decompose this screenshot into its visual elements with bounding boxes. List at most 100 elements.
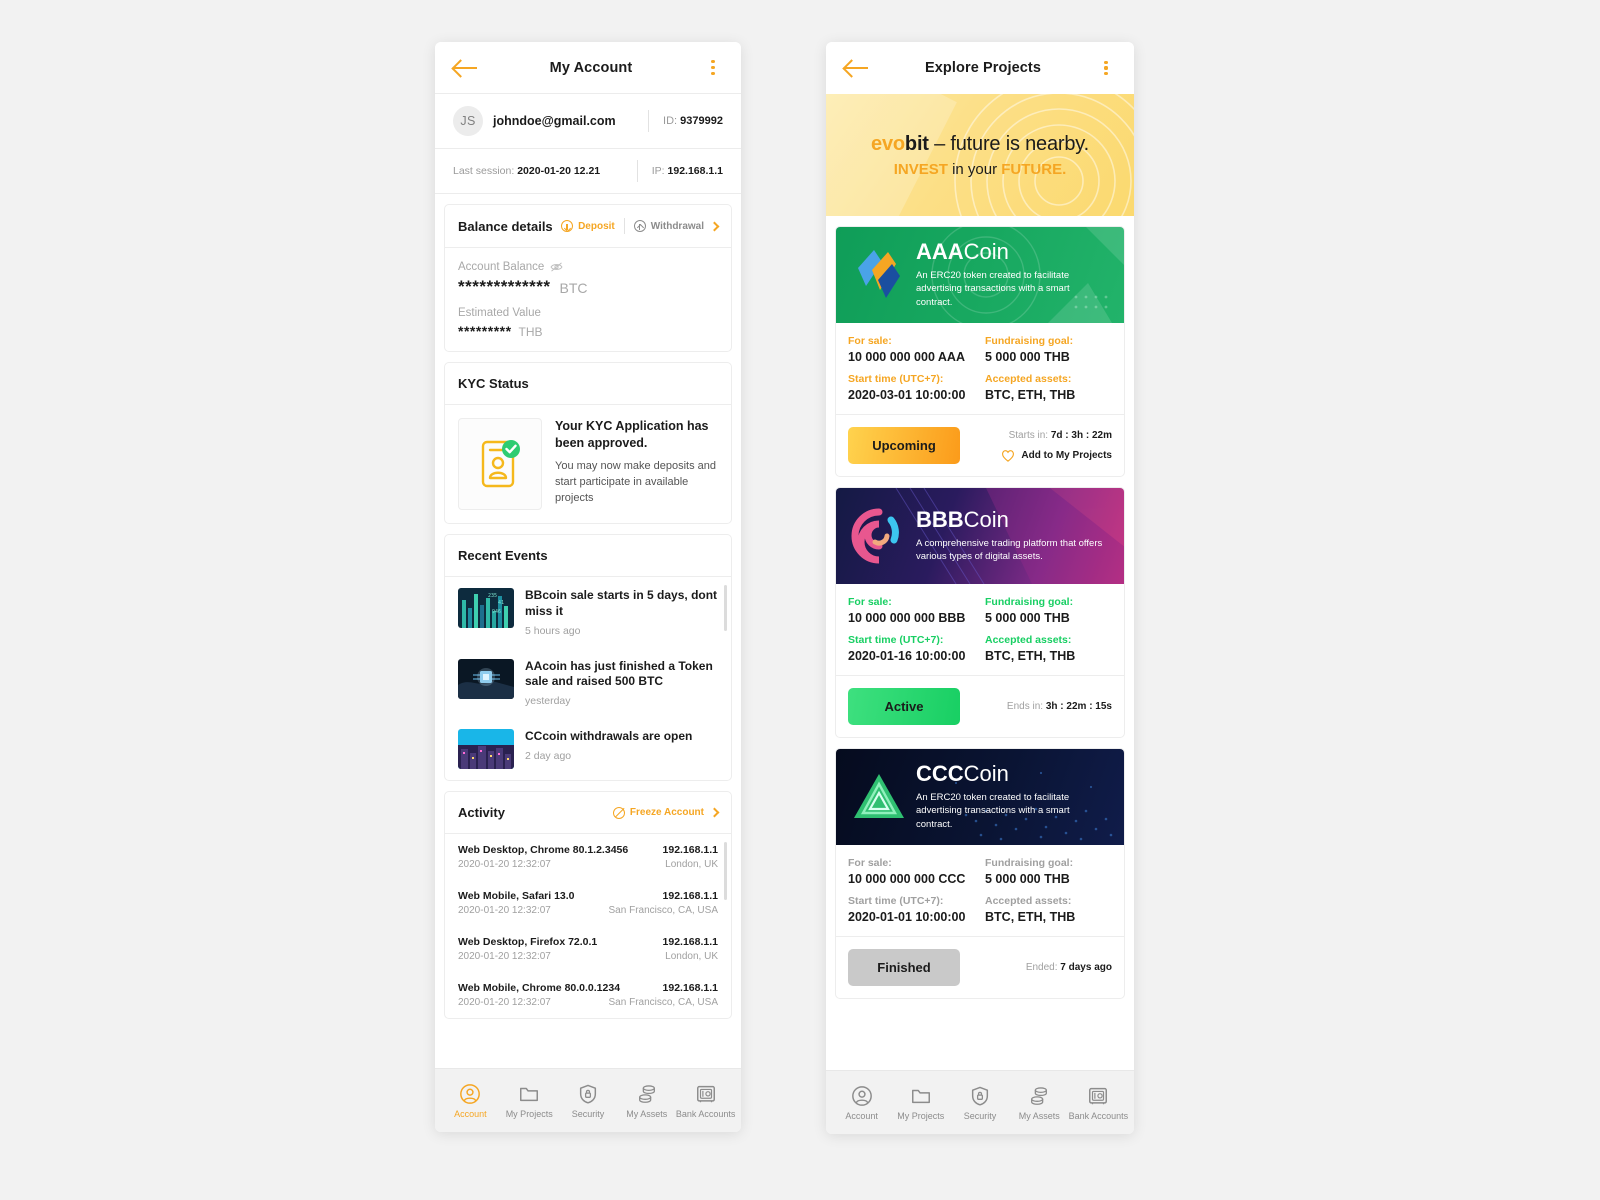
- activity-location: San Francisco, CA, USA: [608, 905, 718, 917]
- estimated-value-label-row: Estimated Value: [458, 307, 718, 319]
- estimated-value-row: ********* THB: [458, 324, 718, 338]
- for-sale-label: For sale:: [848, 596, 892, 608]
- activity-ip: 192.168.1.1: [662, 982, 718, 995]
- activity-device: Web Desktop, Firefox 72.0.1: [458, 936, 598, 949]
- project-name-rest: Coin: [963, 506, 1009, 532]
- activity-ip: 192.168.1.1: [662, 844, 718, 857]
- activity-title: Activity: [458, 805, 505, 821]
- balance-card-header: Balance details Deposit Withdrawal: [445, 205, 731, 248]
- account-balance-label-row: Account Balance: [458, 261, 718, 273]
- status-button-finished[interactable]: Finished: [848, 949, 960, 986]
- activity-list[interactable]: Web Desktop, Chrome 80.1.2.3456 192.168.1…: [445, 834, 731, 1018]
- goal-value: 5 000 000 THB: [985, 350, 1070, 364]
- activity-card: Activity Freeze Account Web Desktop, Chr…: [444, 791, 732, 1020]
- chevron-right-icon[interactable]: [709, 221, 720, 231]
- safe-box-icon: [696, 1085, 715, 1102]
- promo-banner[interactable]: evobit – future is nearby. INVEST in you…: [826, 94, 1134, 216]
- safe-box-icon: [1089, 1087, 1108, 1104]
- assets-block: Accepted assets: BTC, ETH, THB: [985, 634, 1112, 663]
- table-row[interactable]: Web Desktop, Chrome 80.1.2.3456 192.168.1…: [445, 834, 731, 880]
- svg-text:235: 235: [488, 593, 497, 599]
- nav-item-security[interactable]: Security: [559, 1083, 618, 1119]
- eye-off-icon[interactable]: [550, 262, 563, 272]
- goal-block: Fundraising goal: 5 000 000 THB: [985, 857, 1112, 886]
- table-row[interactable]: Web Desktop, Firefox 72.0.1 192.168.1.1 2…: [445, 926, 731, 972]
- balance-card: Balance details Deposit Withdrawal Accou…: [444, 204, 732, 352]
- divider: [648, 110, 650, 132]
- recent-events-list[interactable]: 235 41 946 BBcoin sale starts in 5 days, d…: [445, 577, 731, 780]
- project-description: An ERC20 token created to facilitate adv…: [916, 792, 1070, 830]
- activity-location: London, UK: [665, 859, 718, 871]
- add-to-my-projects-button[interactable]: Add to My Projects: [1001, 449, 1112, 462]
- nav-item-bank-accounts[interactable]: Bank Accounts: [1069, 1085, 1128, 1121]
- list-item[interactable]: 235 41 946 BBcoin sale starts in 5 days, d…: [445, 577, 731, 648]
- list-item[interactable]: CCcoin withdrawals are open 2 day ago: [445, 718, 731, 780]
- freeze-account-button[interactable]: Freeze Account: [612, 806, 704, 819]
- nav-item-my-projects[interactable]: My Projects: [500, 1083, 559, 1119]
- profile-id-value: 9379992: [680, 115, 723, 127]
- assets-block: Accepted assets: BTC, ETH, THB: [985, 895, 1112, 924]
- nav-item-my-assets[interactable]: My Assets: [617, 1083, 676, 1119]
- table-row[interactable]: Web Mobile, Safari 13.0 192.168.1.1 2020-…: [445, 880, 731, 926]
- activity-device: Web Mobile, Chrome 80.0.0.1234: [458, 982, 621, 995]
- avatar: JS: [453, 106, 483, 136]
- deposit-button[interactable]: Deposit: [561, 220, 615, 232]
- kebab-menu-icon[interactable]: [1096, 58, 1116, 78]
- session-row: Last session: 2020-01-20 12.21 IP: 192.1…: [435, 149, 741, 194]
- last-session-label: Last session:: [453, 165, 515, 177]
- start-time-value: 2020-01-01 10:00:00: [848, 910, 966, 924]
- status-button-active[interactable]: Active: [848, 688, 960, 725]
- back-arrow-icon[interactable]: [844, 58, 870, 78]
- chevron-right-icon[interactable]: [709, 807, 720, 818]
- my-account-screen: My Account JS johndoe@gmail.com ID: 9379…: [435, 42, 741, 1132]
- project-card-aaacoin[interactable]: AAACoin An ERC20 token created to facili…: [835, 226, 1125, 477]
- goal-label: Fundraising goal:: [985, 857, 1074, 869]
- table-row[interactable]: Web Mobile, Chrome 80.0.0.1234 192.168.1.…: [445, 972, 731, 1018]
- start-time-value: 2020-03-01 10:00:00: [848, 388, 966, 402]
- nav-item-my-projects[interactable]: My Projects: [891, 1085, 950, 1121]
- nav-item-account[interactable]: Account: [832, 1085, 891, 1121]
- countdown-value: 3h : 22m : 15s: [1045, 701, 1112, 712]
- user-circle-icon: [851, 1085, 872, 1106]
- withdrawal-icon: [633, 220, 646, 232]
- folder-icon: [520, 1087, 539, 1101]
- kebab-menu-icon[interactable]: [703, 58, 723, 78]
- project-details-grid: For sale: 10 000 000 000 AAA Fundraising…: [836, 323, 1124, 414]
- project-footer: Active Ends in: 3h : 22m : 15s: [836, 675, 1124, 737]
- page-title: My Account: [549, 59, 633, 76]
- withdrawal-button[interactable]: Withdrawal: [633, 220, 704, 232]
- project-title-block: CCCCoin An ERC20 token created to facili…: [916, 763, 1106, 830]
- status-button-upcoming[interactable]: Upcoming: [848, 427, 960, 464]
- project-name: CCCCoin: [916, 763, 1106, 785]
- withdrawal-label: Withdrawal: [650, 220, 704, 232]
- assets-label: Accepted assets:: [985, 895, 1072, 907]
- chip-hand-thumb: [458, 658, 514, 699]
- for-sale-value: 10 000 000 000 AAA: [848, 350, 965, 364]
- project-card-ccccoin[interactable]: CCCCoin An ERC20 token created to facili…: [835, 748, 1125, 999]
- activity-device: Web Desktop, Chrome 80.1.2.3456: [458, 844, 629, 857]
- session-ip-label: IP:: [651, 165, 665, 177]
- activity-date: 2020-01-20 12:32:07: [458, 951, 551, 963]
- user-circle-icon: [460, 1083, 481, 1104]
- nav-item-account[interactable]: Account: [441, 1083, 500, 1119]
- nav-label: My Projects: [505, 1108, 553, 1119]
- balance-title: Balance details: [458, 218, 553, 234]
- back-arrow-icon[interactable]: [453, 58, 479, 78]
- project-card-bbbcoin[interactable]: BBBCoin A comprehensive trading platform…: [835, 487, 1125, 738]
- divider: [623, 218, 625, 234]
- nav-label: Account: [454, 1108, 487, 1119]
- activity-date: 2020-01-20 12:32:07: [458, 997, 551, 1009]
- projects-scroll-area[interactable]: AAACoin An ERC20 token created to facili…: [826, 216, 1134, 1070]
- list-item[interactable]: AAcoin has just finished a Token sale an…: [445, 648, 731, 719]
- nav-item-my-assets[interactable]: My Assets: [1010, 1085, 1069, 1121]
- account-scroll-area[interactable]: Balance details Deposit Withdrawal Accou…: [435, 194, 741, 1068]
- nav-label: Bank Accounts: [675, 1108, 736, 1119]
- nav-item-security[interactable]: Security: [950, 1085, 1009, 1121]
- events-scrollbar[interactable]: [724, 585, 727, 631]
- start-time-label: Start time (UTC+7):: [848, 895, 944, 907]
- account-balance-masked: *************: [458, 277, 551, 296]
- goal-value: 5 000 000 THB: [985, 611, 1070, 625]
- profile-email: johndoe@gmail.com: [493, 114, 616, 128]
- nav-item-bank-accounts[interactable]: Bank Accounts: [676, 1083, 735, 1119]
- for-sale-label: For sale:: [848, 335, 892, 347]
